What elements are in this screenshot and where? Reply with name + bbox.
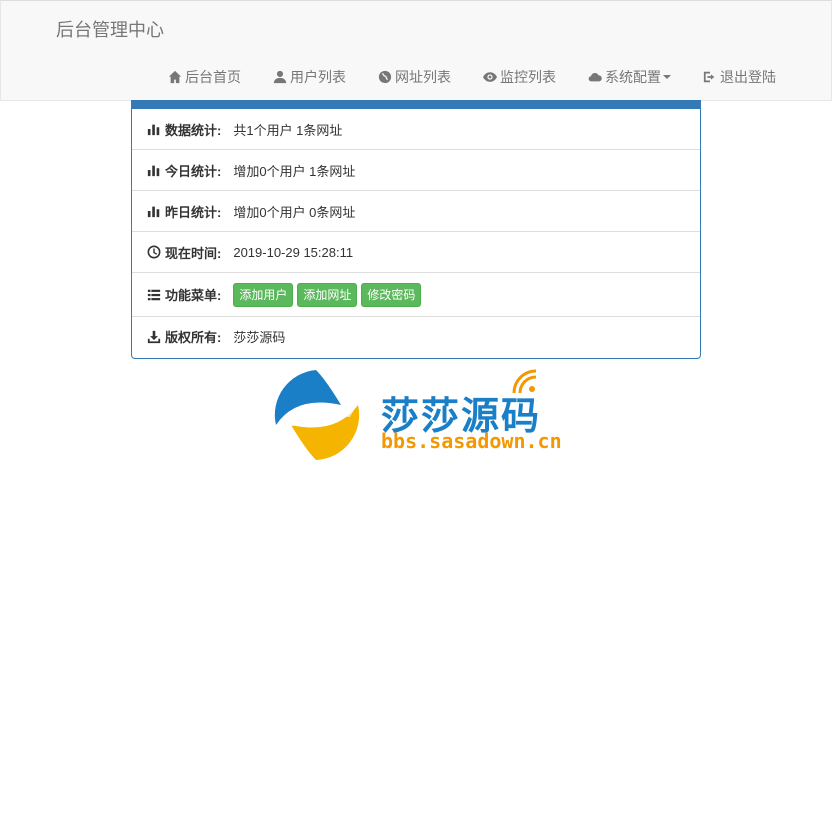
yesterday-label: 昨日统计: (165, 204, 222, 220)
nav-settings[interactable]: 系统配置 (572, 67, 687, 87)
nav-logout-label: 退出登陆 (720, 69, 776, 85)
add-user-button[interactable]: 添加用户 (233, 282, 294, 307)
today-value: 增加0个用户 1条网址 (233, 163, 356, 179)
eye-icon (483, 72, 497, 82)
bar-chart-icon (147, 124, 160, 136)
stats-label: 数据统计: (165, 122, 222, 138)
today-label: 今日统计: (165, 163, 222, 179)
stats-value: 共1个用户 1条网址 (233, 122, 343, 138)
change-password-button[interactable]: 修改密码 (361, 282, 422, 307)
list-icon (147, 289, 161, 300)
nav-urls-label: 网址列表 (395, 69, 451, 85)
logout-icon (703, 71, 715, 83)
globe-icon (378, 70, 392, 84)
bar-chart-icon (147, 165, 160, 177)
copyright-label: 版权所有: (165, 330, 222, 345)
user-icon (273, 70, 287, 84)
clock-icon (147, 245, 161, 259)
bar-chart-icon (147, 206, 160, 218)
watermark-logo: 莎莎源码 bbs.sasadown.cn (266, 365, 566, 465)
download-icon (147, 330, 161, 343)
cloud-icon (588, 72, 602, 82)
row-data-stats: 数据统计: 共1个用户 1条网址 (132, 109, 700, 149)
nav-home[interactable]: 后台首页 (152, 67, 257, 87)
home-icon (168, 70, 182, 84)
nav-users[interactable]: 用户列表 (257, 67, 362, 87)
nav-monitor-label: 监控列表 (500, 69, 556, 85)
nav-users-label: 用户列表 (290, 69, 346, 85)
nav-logout[interactable]: 退出登陆 (687, 67, 776, 87)
copyright-value: 莎莎源码 (233, 330, 286, 345)
row-function-menu: 功能菜单: 添加用户 添加网址 修改密码 (132, 272, 700, 316)
add-url-button[interactable]: 添加网址 (297, 282, 358, 307)
nav-home-label: 后台首页 (185, 69, 241, 85)
navbar: 后台管理中心 后台首页 用户列表 网址列表 监控列表 系统配置 退出登陆 (0, 0, 832, 101)
brand-title[interactable]: 后台管理中心 (56, 16, 164, 42)
menu-label: 功能菜单: (165, 288, 222, 303)
nav-urls[interactable]: 网址列表 (362, 67, 467, 87)
row-copyright: 版权所有: 莎莎源码 (132, 316, 700, 356)
main-nav: 后台首页 用户列表 网址列表 监控列表 系统配置 退出登陆 (152, 67, 776, 87)
chevron-down-icon (663, 75, 671, 79)
info-panel: 数据统计: 共1个用户 1条网址 今日统计: 增加0个用户 1条网址 昨日统计:… (131, 100, 701, 359)
nav-settings-label: 系统配置 (605, 69, 661, 85)
yesterday-value: 增加0个用户 0条网址 (233, 204, 356, 220)
row-yesterday-stats: 昨日统计: 增加0个用户 0条网址 (132, 190, 700, 231)
time-value: 2019-10-29 15:28:11 (233, 244, 354, 260)
time-label: 现在时间: (165, 245, 222, 261)
panel-header (132, 101, 700, 109)
row-current-time: 现在时间: 2019-10-29 15:28:11 (132, 231, 700, 272)
row-today-stats: 今日统计: 增加0个用户 1条网址 (132, 149, 700, 190)
logo-emblem-icon (274, 370, 360, 460)
logo-url: bbs.sasadown.cn (381, 429, 562, 453)
nav-monitor[interactable]: 监控列表 (467, 67, 572, 87)
